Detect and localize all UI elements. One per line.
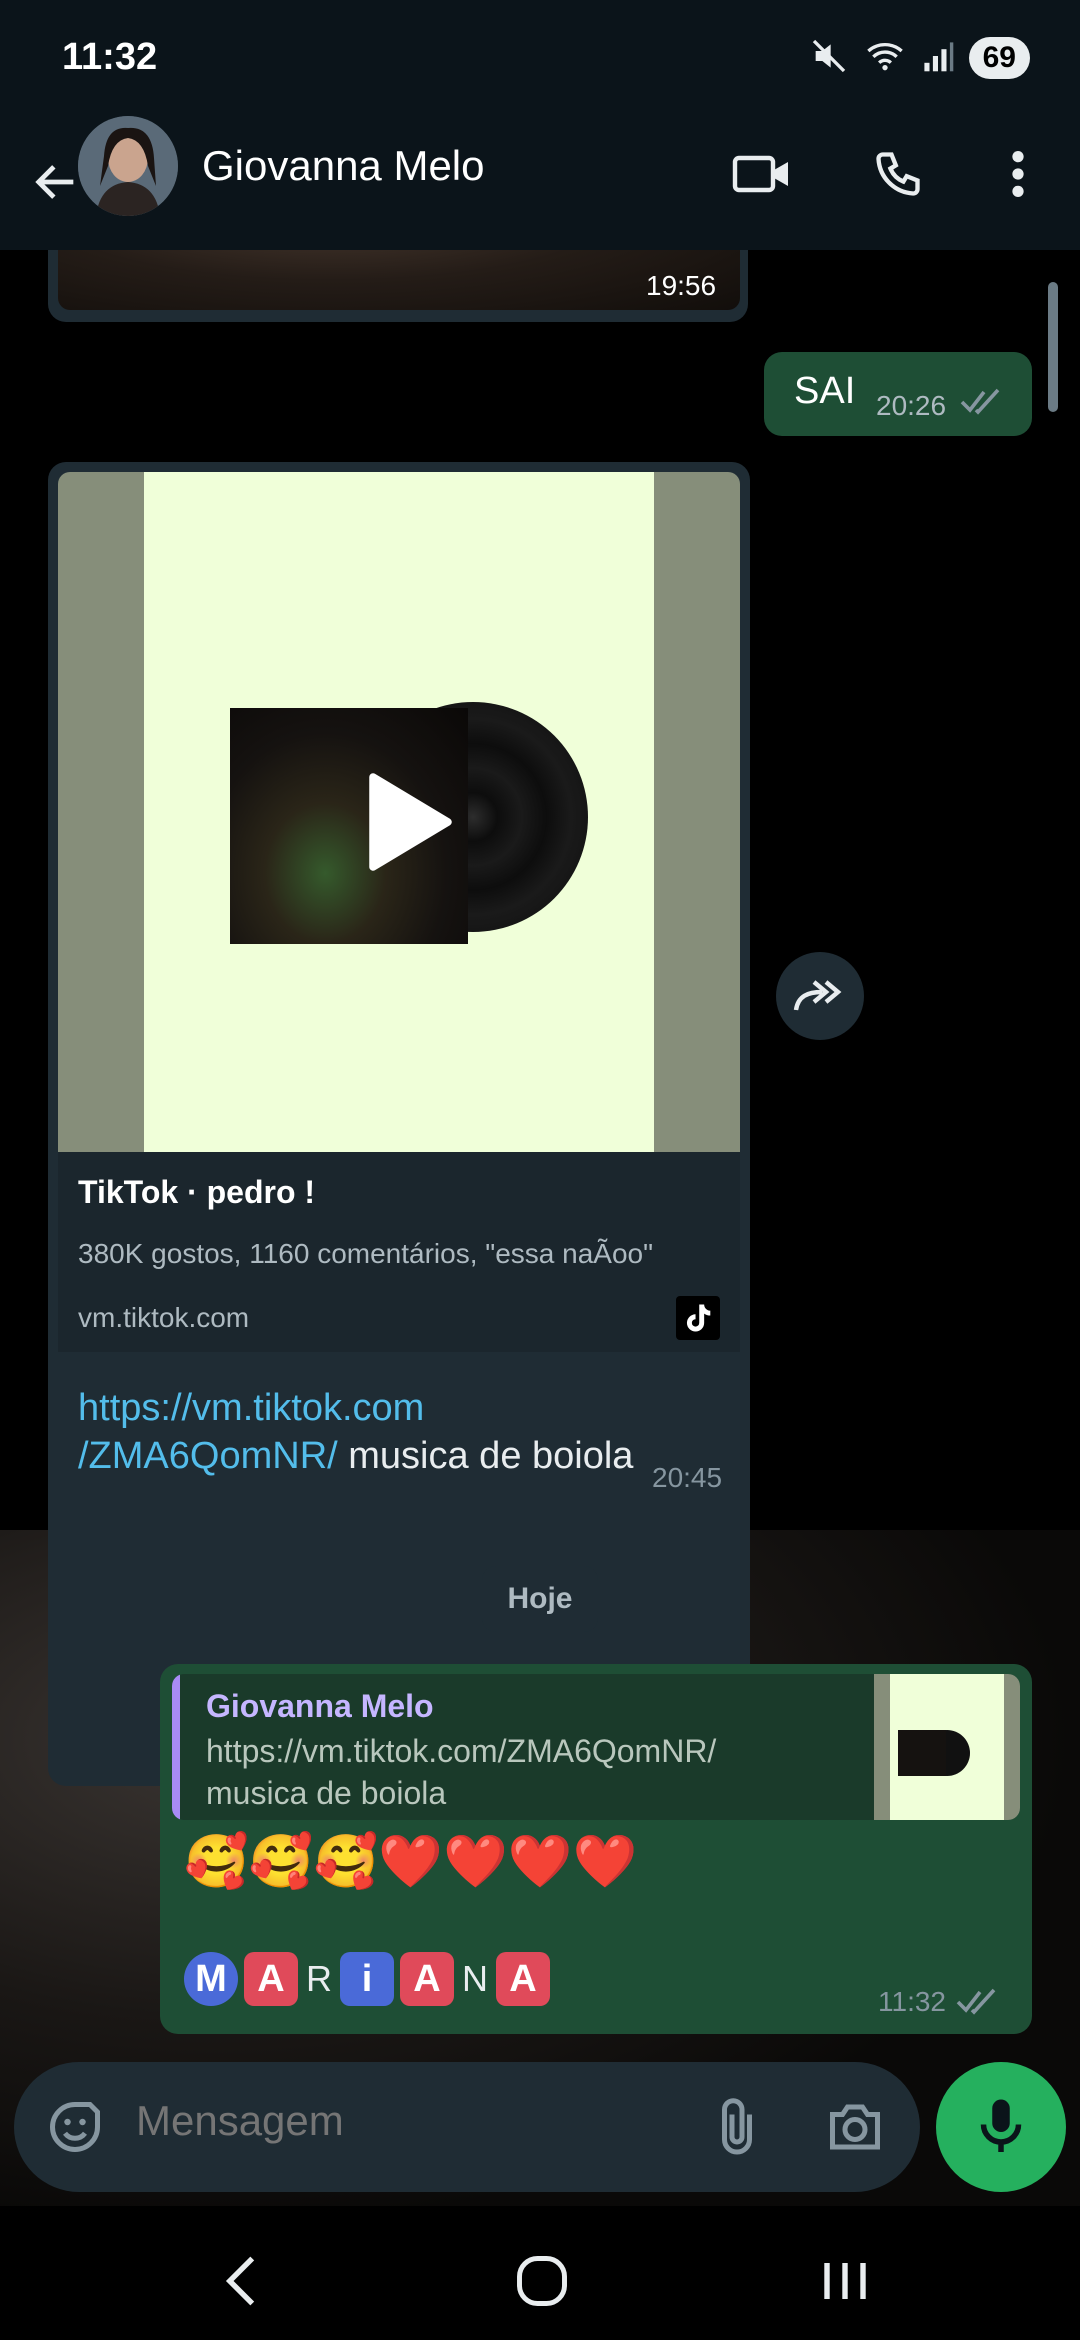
link-preview-domain: vm.tiktok.com — [78, 1302, 250, 1333]
outgoing-reply-message[interactable]: Giovanna Melo https://vm.tiktok.com/ZMA6… — [160, 1664, 1032, 2034]
camera-button[interactable] — [818, 2090, 892, 2164]
quoted-thumbnail — [874, 1674, 1020, 1820]
double-check-icon — [956, 1988, 1004, 2021]
video-camera-icon — [732, 155, 788, 193]
arrow-left-icon — [35, 165, 74, 199]
sticker-button[interactable] — [38, 2090, 112, 2164]
signal-icon — [921, 38, 955, 79]
message-time: 20:26 — [876, 390, 947, 421]
message-input[interactable] — [134, 2096, 698, 2146]
battery-badge: 69 — [968, 37, 1030, 79]
forward-button[interactable] — [776, 952, 864, 1040]
letter-tile: M — [184, 1952, 238, 2006]
tiktok-logo-icon — [676, 1296, 720, 1340]
message-time: 20:45 — [652, 1462, 723, 1493]
message-text: SAI — [794, 370, 856, 412]
letter-tile: A — [244, 1952, 298, 2006]
link-preview-title: TikTok · pedro ! — [78, 1174, 316, 1210]
quote-bar — [172, 1674, 180, 1820]
quoted-text: https://vm.tiktok.com/ZMA6QomNR/ musica … — [206, 1730, 846, 1814]
message-name-letters: M A R i A N A — [184, 1952, 550, 2006]
letter-tile: A — [400, 1952, 454, 2006]
letter-plain: R — [306, 1958, 332, 1999]
nav-back-button[interactable] — [196, 2236, 286, 2326]
message-emojis: 🥰🥰🥰❤️❤️❤️❤️ — [184, 1833, 638, 1891]
message-caption: musica de boiola — [337, 1435, 634, 1477]
more-vertical-icon — [1012, 151, 1024, 197]
message-text: https://vm.tiktok.com /ZMA6QomNR/ musica… — [78, 1384, 718, 1480]
sticker-smiley-icon — [49, 2102, 100, 2152]
status-bar: 11:32 69 — [0, 0, 1080, 118]
avatar[interactable] — [78, 116, 178, 216]
home-circle-icon — [517, 2256, 567, 2306]
more-options-button[interactable] — [982, 138, 1054, 210]
chevron-left-icon — [225, 2256, 255, 2306]
quoted-sender-name: Giovanna Melo — [206, 1688, 434, 1724]
quoted-thumbnail-album — [898, 1730, 946, 1776]
message-composer — [14, 2062, 920, 2192]
status-icons: 69 — [809, 34, 1030, 82]
nav-recents-button[interactable] — [800, 2236, 890, 2326]
paperclip-icon — [722, 2098, 752, 2155]
quoted-message[interactable]: Giovanna Melo https://vm.tiktok.com/ZMA6… — [172, 1674, 1020, 1820]
link-preview-image[interactable] — [58, 472, 740, 1152]
message-time: 11:32 — [878, 1986, 946, 2017]
video-call-button[interactable] — [726, 138, 798, 210]
outgoing-message[interactable]: SAI 20:26 — [764, 352, 1032, 436]
link-preview-description: 380K gostos, 1160 comentários, "essa naÃ… — [78, 1238, 654, 1269]
double-check-icon — [960, 388, 1008, 421]
wifi-icon — [863, 36, 907, 81]
chat-area[interactable]: 19:56 SAI 20:26 TikTok · pedro ! 380K go… — [0, 250, 1080, 2215]
message-time: 19:56 — [646, 270, 717, 301]
play-icon — [369, 773, 452, 871]
letter-tile: i — [340, 1952, 394, 2006]
date-divider-label: Hoje — [507, 1582, 573, 1615]
phone-icon — [876, 152, 920, 196]
previous-media-image[interactable] — [58, 250, 740, 310]
message-link-continued[interactable]: /ZMA6QomNR/ — [78, 1435, 338, 1477]
recents-icon — [824, 2263, 866, 2299]
incoming-link-message[interactable]: TikTok · pedro ! 380K gostos, 1160 comen… — [48, 462, 750, 1786]
quoted-text-line: https://vm.tiktok.com/ZMA6QomNR/ — [206, 1733, 717, 1769]
scrollbar[interactable] — [1048, 282, 1058, 412]
camera-icon — [830, 2104, 880, 2150]
link-preview-info[interactable]: TikTok · pedro ! 380K gostos, 1160 comen… — [58, 1152, 740, 1352]
date-divider: Hoje — [482, 1566, 598, 1632]
play-button[interactable] — [358, 772, 458, 872]
voice-message-button[interactable] — [936, 2062, 1066, 2192]
contact-name[interactable]: Giovanna Melo — [202, 142, 485, 190]
attach-button[interactable] — [700, 2090, 774, 2164]
message-link[interactable]: https://vm.tiktok.com — [78, 1387, 424, 1429]
voice-call-button[interactable] — [862, 138, 934, 210]
nav-home-button[interactable] — [497, 2236, 587, 2326]
system-nav-bar — [0, 2206, 1080, 2340]
forward-icon — [793, 980, 842, 1011]
status-time: 11:32 — [62, 36, 158, 78]
quoted-text-line: musica de boiola — [206, 1775, 447, 1811]
microphone-icon — [980, 2099, 1022, 2152]
letter-tile: A — [496, 1952, 550, 2006]
mute-icon — [809, 36, 849, 81]
letter-plain: N — [462, 1958, 488, 1999]
